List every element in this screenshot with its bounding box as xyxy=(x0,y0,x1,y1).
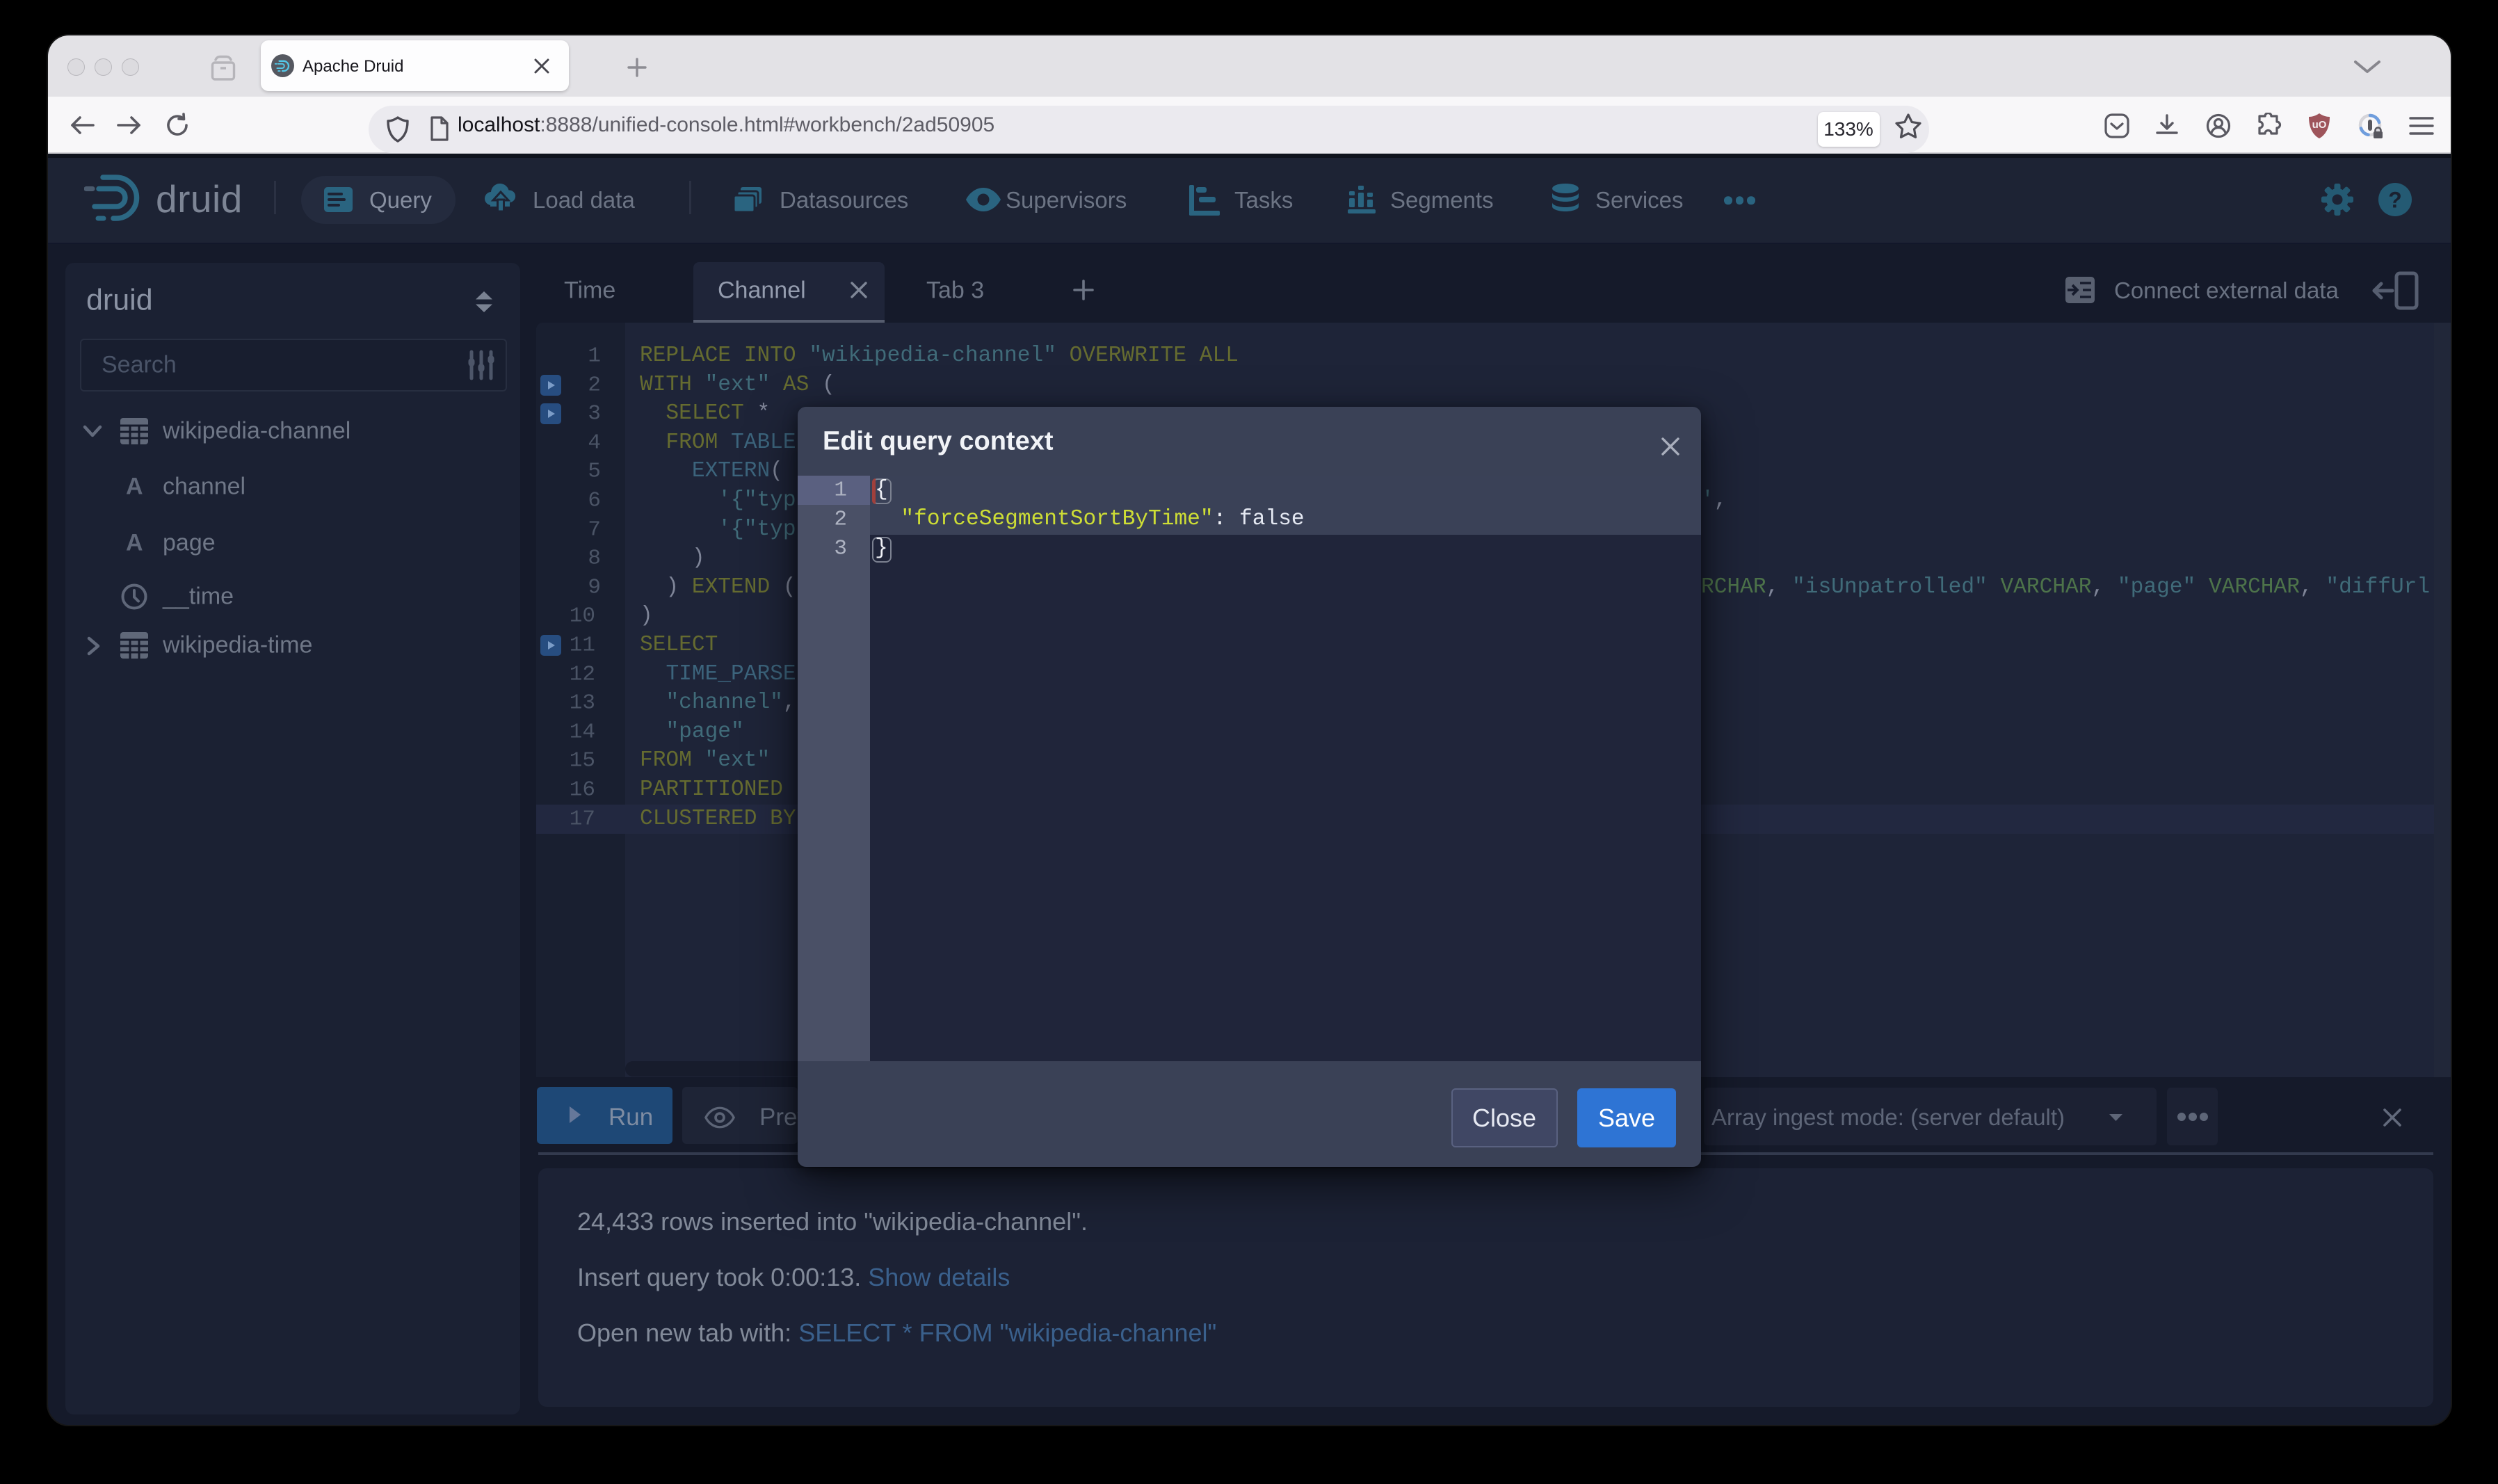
svg-text:uO: uO xyxy=(2312,119,2327,131)
